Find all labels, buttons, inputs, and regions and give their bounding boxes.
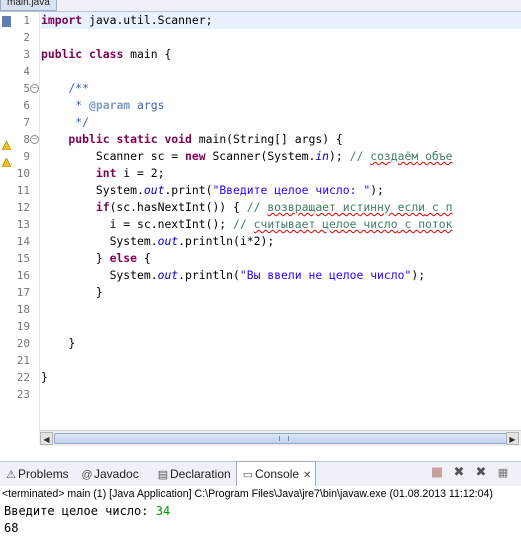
fold-toggle-icon[interactable]: − xyxy=(30,84,39,93)
tab-declaration[interactable]: ▤ Declaration xyxy=(156,462,231,486)
line-number: 2 xyxy=(23,31,30,44)
editor-tab-main-java[interactable]: main.java xyxy=(0,0,57,11)
code-line: * @param args xyxy=(41,98,165,112)
views-tab-bar: ⚠ Problems @Javadoc ▤ Declaration ▭ Console… xyxy=(0,461,521,487)
console-user-input: 34 xyxy=(155,504,171,518)
code-line: } xyxy=(41,285,103,299)
code-line: if(sc.hasNextInt()) { // возвращает исти… xyxy=(41,200,453,214)
tab-console[interactable]: ▭ Console ✕ xyxy=(236,461,317,488)
line-number: 11 xyxy=(16,184,30,197)
at-icon: @ xyxy=(81,469,93,481)
remove-all-terminated-icon[interactable]: ✖ xyxy=(474,466,488,480)
problems-icon: ⚠ xyxy=(6,469,16,481)
warning-marker-icon[interactable] xyxy=(1,152,12,168)
line-number: 21 xyxy=(16,354,30,367)
code-line: System.out.print("Введите целое число: "… xyxy=(41,183,384,197)
code-line: } xyxy=(41,336,76,350)
warning-marker-icon[interactable] xyxy=(1,135,12,151)
code-line: */ xyxy=(41,115,90,129)
code-line: i = sc.nextInt(); // считывает целое чис… xyxy=(41,217,453,231)
remove-launch-icon[interactable]: ✖ xyxy=(452,466,466,480)
panel-separator xyxy=(0,446,521,461)
scroll-left-icon[interactable]: ◀ xyxy=(40,432,53,445)
line-number: 23 xyxy=(16,388,30,401)
code-line: Scanner sc = new Scanner(System.in); // … xyxy=(41,149,453,163)
line-number: 18 xyxy=(16,303,30,316)
horizontal-scrollbar[interactable]: ◀ ▶ xyxy=(39,430,521,446)
line-number: 1 xyxy=(23,14,30,27)
code-line: int i = 2; xyxy=(41,166,165,180)
line-number: 12 xyxy=(16,201,30,214)
line-number: 10 xyxy=(16,167,30,180)
scrollbar-thumb[interactable] xyxy=(54,433,512,444)
line-number: 4 xyxy=(23,65,30,78)
console-icon: ▭ xyxy=(242,469,254,481)
tab-javadoc[interactable]: @Javadoc xyxy=(80,462,139,486)
tab-label: Problems xyxy=(18,467,69,481)
tab-label: Javadoc xyxy=(94,467,139,481)
code-line: public static void main(String[] args) { xyxy=(41,132,343,146)
line-number: 16 xyxy=(16,269,30,282)
line-number: 20 xyxy=(16,337,30,350)
line-number: 5 xyxy=(23,82,30,95)
code-line: import java.util.Scanner; xyxy=(41,13,213,27)
code-line: } else { xyxy=(41,251,151,265)
terminate-icon[interactable]: ■ xyxy=(430,466,444,480)
line-number: 15 xyxy=(16,252,30,265)
line-number: 6 xyxy=(23,99,30,112)
console-line: 68 xyxy=(4,521,19,535)
code-line: System.out.println("Вы ввели не целое чи… xyxy=(41,268,426,282)
editor-tab-strip: main.java xyxy=(0,0,521,12)
code-line: /** xyxy=(41,81,90,95)
line-number: 14 xyxy=(16,235,30,248)
line-number: 22 xyxy=(16,371,30,384)
line-number: 13 xyxy=(16,218,30,231)
tab-problems[interactable]: ⚠ Problems xyxy=(4,462,69,486)
line-number: 3 xyxy=(23,48,30,61)
tab-label: Declaration xyxy=(170,467,231,481)
line-number: 19 xyxy=(16,320,30,333)
fold-toggle-icon[interactable]: − xyxy=(30,135,39,144)
clear-console-icon[interactable]: ▦ xyxy=(496,466,510,480)
line-number: 17 xyxy=(16,286,30,299)
close-icon[interactable]: ✕ xyxy=(303,464,311,488)
code-line: public class main { xyxy=(41,47,172,61)
scroll-right-icon[interactable]: ▶ xyxy=(506,432,519,445)
code-line: System.out.println(i*2); xyxy=(41,234,275,248)
console-status: <terminated> main (1) [Java Application]… xyxy=(0,486,521,503)
declaration-icon: ▤ xyxy=(157,469,169,481)
line-number-gutter: 1 2 3 4 5 − 6 7 8 − 9 10 11 12 13 14 15 … xyxy=(0,12,40,430)
code-line: } xyxy=(41,370,48,384)
grip-icon xyxy=(279,436,289,441)
code-editor[interactable]: import java.util.Scanner; public class m… xyxy=(41,12,521,430)
tab-label: Console xyxy=(255,467,300,481)
console-output[interactable]: Введите целое число: 34 68 xyxy=(0,503,521,548)
console-line: Введите целое число: 34 xyxy=(4,504,171,518)
line-number: 7 xyxy=(23,116,30,129)
